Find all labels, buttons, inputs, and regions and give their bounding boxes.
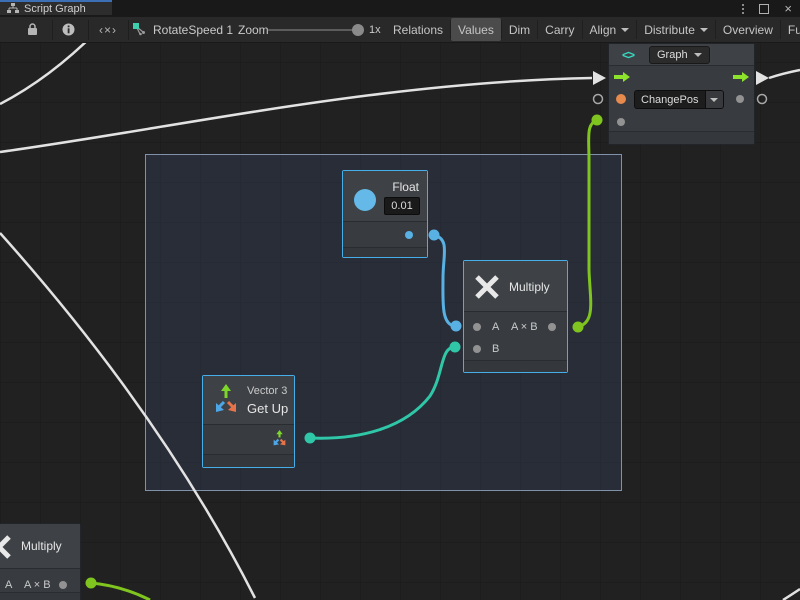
node-multiply-2[interactable]: Multiply A A × B [0,523,81,600]
node-title: Multiply [21,539,62,553]
node-footer [343,247,427,257]
port-a-label: A [5,579,12,591]
node-multiply[interactable]: Multiply A A × B B [463,260,568,373]
overview-button[interactable]: Overview [716,17,780,42]
zoom-slider-handle[interactable] [352,24,364,36]
changepos-dropdown-label: ChangePos [635,91,705,108]
toolbar-buttons: Relations Values Dim Carry Align Distrib… [386,17,800,42]
zoom-value: 1x [369,17,381,42]
window-controls: × [742,0,792,17]
script-graph-window: <> Graph ChangePos Float 0.01 [0,0,800,600]
script-graph-icon [7,3,19,14]
node-subtitle: Vector 3 [247,385,287,397]
port-a[interactable] [473,323,481,331]
port-out[interactable] [59,581,67,589]
float-output-port[interactable] [405,231,413,239]
maximize-icon[interactable] [759,4,769,14]
align-dropdown-button[interactable]: Align [583,17,637,42]
info-icon [62,23,75,36]
dim-button[interactable]: Dim [502,17,537,42]
port-out[interactable] [548,323,556,331]
value-input-port-2[interactable] [617,118,625,126]
flow-output-arrow-icon[interactable] [733,71,749,83]
chevron-down-icon [705,91,723,108]
node-footer [203,454,294,467]
toolbar: ‹×› RotateSpeed 1 Zoom 1x Relations Valu… [0,17,800,43]
changepos-dropdown[interactable]: ChangePos [634,90,724,109]
vector3-output-port-icon[interactable] [272,430,287,447]
tab-bar: Script Graph × [0,0,800,17]
flow-input-arrow-icon[interactable] [614,71,630,83]
node-title: Multiply [509,280,550,294]
multiply-icon [474,274,500,300]
code-icon: ‹×› [99,23,117,37]
node-float[interactable]: Float 0.01 [342,170,428,258]
info-button[interactable] [52,17,84,42]
multiply-icon [0,534,12,560]
float-value: 0.01 [391,200,412,212]
graph-mini-icon [133,23,146,36]
float-icon [354,189,376,211]
node-footer [0,592,80,600]
node-vector3-get-up[interactable]: Vector 3 Get Up [202,375,295,468]
node-title: Get Up [247,401,288,416]
chevron-down-icon [621,28,629,32]
float-value-input[interactable]: 0.01 [384,197,420,215]
port-out-label: A × B [24,579,51,591]
lock-icon [27,23,38,36]
value-output-port[interactable] [736,95,744,103]
inspect-code-button[interactable]: ‹×› [88,17,128,42]
menu-dots-icon[interactable] [742,4,744,14]
port-out-label: A × B [511,321,538,333]
distribute-dropdown-button[interactable]: Distribute [637,17,715,42]
port-b-label: B [492,343,499,355]
chevron-down-icon [700,28,708,32]
node-footer [609,131,754,144]
node-graph[interactable]: <> Graph ChangePos [608,43,755,145]
full-screen-button[interactable]: Full Screen [781,17,800,42]
node-footer [464,360,567,372]
close-icon[interactable]: × [784,2,792,15]
port-a-label: A [492,321,499,333]
carry-button[interactable]: Carry [538,17,581,42]
value-input-port[interactable] [616,94,626,104]
vector3-icon [212,384,240,416]
chevron-down-icon [694,53,702,57]
tab-script-graph[interactable]: Script Graph [0,0,112,15]
lock-button[interactable] [16,17,48,42]
tab-title: Script Graph [24,3,86,15]
graph-dropdown[interactable]: Graph [649,46,710,64]
graph-breadcrumb[interactable]: RotateSpeed 1 [133,17,233,42]
port-b[interactable] [473,345,481,353]
graph-name-label: RotateSpeed 1 [153,23,233,37]
zoom-slider[interactable] [268,29,356,31]
values-button[interactable]: Values [451,18,501,41]
zoom-label: Zoom [238,17,269,42]
relations-button[interactable]: Relations [386,17,450,42]
node-title: Float [392,180,419,194]
graph-icon: <> [622,48,634,62]
graph-dropdown-label: Graph [657,49,688,61]
